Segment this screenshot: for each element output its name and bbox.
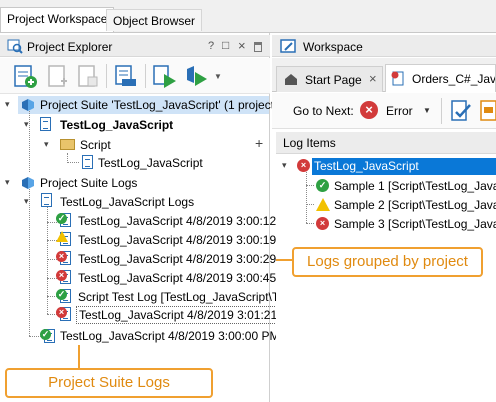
log-export-icon[interactable] xyxy=(479,98,496,124)
status-error-icon: × xyxy=(297,159,310,172)
expand-toggle-icon[interactable]: ▾ xyxy=(24,196,29,207)
callout-text: Logs grouped by project xyxy=(307,253,468,270)
toolbar-separator xyxy=(106,64,107,88)
tree-item-project[interactable]: TestLog_JavaScript xyxy=(60,117,173,133)
close-button[interactable]: × xyxy=(238,38,246,53)
status-error-icon: × xyxy=(316,217,329,230)
tab-start-page[interactable]: Start Page × xyxy=(276,66,383,92)
tab-label: Project Workspace xyxy=(7,12,108,26)
tab-project-workspace[interactable]: Project Workspace xyxy=(0,7,115,32)
test-log-icon[interactable] xyxy=(113,63,139,89)
log-entry[interactable]: TestLog_JavaScript 4/8/2019 3:00:45 P xyxy=(78,270,287,286)
log-items-header: Log Items xyxy=(276,132,496,154)
status-error-icon: × xyxy=(56,251,67,262)
callout-connector xyxy=(276,259,292,261)
tree-item-project-suite[interactable]: Project Suite 'TestLog_JavaScript' (1 pr… xyxy=(40,97,278,113)
tree-item-script-unit[interactable]: TestLog_JavaScript xyxy=(98,155,203,171)
expand-toggle-icon[interactable]: ▾ xyxy=(5,99,10,110)
tree-guide-line xyxy=(67,162,79,163)
tree-item-script[interactable]: Script xyxy=(80,137,111,153)
status-error-icon: × xyxy=(56,270,67,281)
log-entry[interactable]: TestLog_JavaScript 4/8/2019 3:01:21 P xyxy=(76,306,292,324)
toolbar-separator xyxy=(145,64,146,88)
tree-guide-line xyxy=(29,336,41,337)
project-explorer-title: Project Explorer xyxy=(27,40,113,54)
error-filter-icon[interactable]: × xyxy=(360,101,378,119)
tree-guide-line xyxy=(29,111,30,172)
tab-label: Start Page xyxy=(305,73,362,87)
log-entry[interactable]: TestLog_JavaScript 4/8/2019 3:00:19 P xyxy=(78,232,287,248)
folder-icon xyxy=(60,139,75,150)
goto-next-label: Go to Next: xyxy=(293,104,354,118)
log-items-title: Log Items xyxy=(283,136,336,150)
tab-object-browser[interactable]: Object Browser xyxy=(106,9,203,31)
expand-toggle-icon[interactable]: ▾ xyxy=(24,119,29,130)
help-button[interactable]: ? xyxy=(208,40,214,52)
status-warning-icon xyxy=(316,198,330,211)
log-item[interactable]: Sample 1 [Script\TestLog_Java... xyxy=(334,178,496,194)
status-ok-icon: ✓ xyxy=(56,213,67,224)
project-icon xyxy=(40,117,51,131)
close-tab-icon[interactable]: × xyxy=(369,71,377,86)
tab-label: Orders_C#_Java xyxy=(412,72,496,86)
project-suite-icon xyxy=(22,99,34,111)
tree-guide-line xyxy=(306,223,314,224)
add-icon[interactable]: + xyxy=(255,135,263,151)
run-project-icon[interactable] xyxy=(152,63,178,89)
callout-logs-grouped: Logs grouped by project xyxy=(292,247,483,277)
new-project-suite-icon[interactable] xyxy=(12,63,38,89)
tree-guide-line xyxy=(306,185,314,186)
tree-guide-line xyxy=(306,204,314,205)
tree-guide-line xyxy=(29,187,30,336)
status-error-icon: × xyxy=(56,307,67,318)
toolbar-separator xyxy=(441,98,442,124)
tab-orders[interactable]: Orders_C#_Java xyxy=(385,64,496,92)
log-item[interactable]: Sample 3 [Script\TestLog_Java... xyxy=(334,216,496,232)
project-logs-icon xyxy=(41,193,52,207)
log-document-icon xyxy=(391,71,404,86)
tab-label: Object Browser xyxy=(113,14,196,28)
logs-folder-icon xyxy=(22,177,34,189)
callout-connector xyxy=(78,345,80,369)
log-items-root: TestLog_JavaScript xyxy=(314,159,419,173)
maximize-button[interactable]: □ xyxy=(222,38,229,52)
project-explorer-icon xyxy=(7,39,23,54)
log-items-selected-row[interactable]: TestLog_JavaScript xyxy=(312,158,496,175)
tree-guide-line xyxy=(306,172,307,223)
run-dropdown-arrow-icon[interactable]: ▼ xyxy=(214,72,222,81)
pin-icon[interactable] xyxy=(254,42,262,52)
home-icon xyxy=(285,74,297,85)
workspace-icon xyxy=(280,39,296,53)
run-selected-icon[interactable] xyxy=(184,63,210,89)
callout-project-suite-logs: Project Suite Logs xyxy=(5,368,213,398)
log-entry[interactable]: TestLog_JavaScript 4/8/2019 3:00:12 P xyxy=(78,213,287,229)
status-warning-icon xyxy=(56,231,68,242)
add-existing-item-icon[interactable] xyxy=(76,63,100,89)
log-entry[interactable]: Script Test Log [TestLog_JavaScript\Te xyxy=(78,289,285,305)
add-item-icon[interactable] xyxy=(46,63,70,89)
expand-toggle-icon[interactable]: ▾ xyxy=(282,160,287,171)
expand-toggle-icon[interactable]: ▾ xyxy=(44,139,49,150)
log-item[interactable]: Sample 2 [Script\TestLog_Java... xyxy=(334,197,496,213)
goto-dropdown-arrow-icon[interactable]: ▼ xyxy=(423,106,431,115)
expand-toggle-icon[interactable]: ▾ xyxy=(5,177,10,188)
script-unit-icon xyxy=(82,155,93,169)
log-check-icon[interactable] xyxy=(449,98,473,124)
status-ok-icon: ✓ xyxy=(316,179,329,192)
log-entry[interactable]: TestLog_JavaScript 4/8/2019 3:00:29 P xyxy=(78,251,287,267)
status-ok-icon: ✓ xyxy=(56,289,67,300)
tree-item-suite-logs[interactable]: Project Suite Logs xyxy=(40,175,137,191)
status-ok-icon: ✓ xyxy=(40,329,51,340)
callout-text: Project Suite Logs xyxy=(48,374,170,391)
tree-item-project-logs[interactable]: TestLog_JavaScript Logs xyxy=(60,194,194,210)
goto-next-select[interactable]: Error xyxy=(386,104,413,118)
suite-log-entry[interactable]: TestLog_JavaScript 4/8/2019 3:00:00 PM xyxy=(60,328,279,344)
workspace-title: Workspace xyxy=(303,40,363,54)
